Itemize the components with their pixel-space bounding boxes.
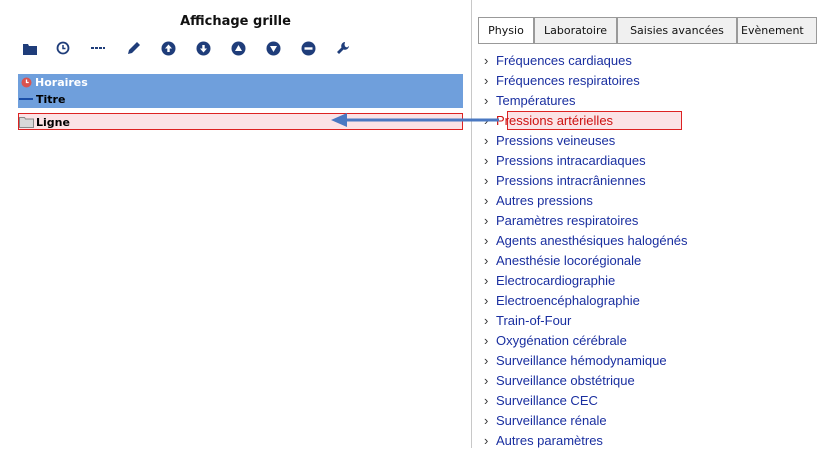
list-item[interactable]: › Agents anesthésiques halogénés (484, 231, 688, 250)
list-item[interactable]: › Surveillance CEC (484, 391, 598, 410)
list-item-label: Surveillance obstétrique (496, 373, 635, 388)
folder-icon (19, 116, 36, 128)
list-item-label: Pressions intracardiaques (496, 153, 646, 168)
tab-laboratoire[interactable]: Laboratoire (534, 17, 617, 43)
list-item-label: Pressions artérielles (496, 113, 614, 128)
chevron-right-icon: › (484, 353, 489, 368)
list-item[interactable]: › Electroencéphalographie (484, 291, 640, 310)
chevron-right-icon: › (484, 133, 489, 148)
list-item[interactable]: › Pressions intracrâniennes (484, 171, 646, 190)
grid-display-panel: Affichage grille Horaires Titre Ligne (0, 0, 472, 448)
chevron-right-icon: › (484, 393, 489, 408)
list-item-label: Surveillance hémodynamique (496, 353, 667, 368)
list-item-label: Autres pressions (496, 193, 593, 208)
triangle-down-circle-icon[interactable] (263, 38, 283, 58)
panel-title: Affichage grille (180, 14, 291, 29)
row-label: Titre (36, 93, 66, 106)
list-item[interactable]: › Surveillance rénale (484, 411, 607, 430)
grid-toolbar (20, 38, 470, 58)
list-item[interactable]: › Anesthésie locorégionale (484, 251, 641, 270)
list-item[interactable]: › Pressions veineuses (484, 131, 615, 150)
chevron-right-icon: › (484, 93, 489, 108)
list-item-label: Electroencéphalographie (496, 293, 640, 308)
list-item[interactable]: › Oxygénation cérébrale (484, 331, 627, 350)
list-item-label: Fréquences cardiaques (496, 53, 632, 68)
list-item[interactable]: › Fréquences cardiaques (484, 51, 632, 70)
list-item[interactable]: › Températures (484, 91, 575, 110)
chevron-right-icon: › (484, 233, 489, 248)
chevron-right-icon: › (484, 373, 489, 388)
list-item[interactable]: ›Pressions artérielles (484, 111, 613, 130)
tab-evenement[interactable]: Evènement (737, 17, 817, 43)
row-horaires[interactable]: Horaires (18, 74, 463, 91)
list-item[interactable]: › Autres paramètres (484, 431, 603, 450)
tab-saisies-avancees[interactable]: Saisies avancées (617, 17, 737, 43)
chevron-right-icon: › (484, 333, 489, 348)
chevron-right-icon: › (484, 313, 489, 328)
list-item[interactable]: › Train-of-Four (484, 311, 571, 330)
list-item[interactable]: › Fréquences respiratoires (484, 71, 640, 90)
list-item[interactable]: › Surveillance obstétrique (484, 371, 635, 390)
chevron-right-icon: › (484, 153, 489, 168)
line-icon (18, 93, 36, 105)
list-item-label: Train-of-Four (496, 313, 572, 328)
row-titre[interactable]: Titre (18, 91, 463, 108)
arrow-down-circle-icon[interactable] (193, 38, 213, 58)
chevron-right-icon: › (484, 213, 489, 228)
tab-divider (478, 43, 817, 44)
arrow-pointer (331, 112, 501, 132)
list-item-label: Electrocardiographie (496, 273, 616, 288)
row-label: Horaires (35, 76, 88, 89)
list-item[interactable]: › Autres pressions (484, 191, 593, 210)
list-item-label: Surveillance CEC (496, 393, 598, 408)
triangle-up-circle-icon[interactable] (228, 38, 248, 58)
list-item-label: Pressions intracrâniennes (496, 173, 646, 188)
row-label: Ligne (36, 116, 70, 129)
chevron-right-icon: › (484, 53, 489, 68)
clock-icon[interactable] (53, 38, 73, 58)
list-item-label: Autres paramètres (496, 433, 603, 448)
dashes-icon[interactable] (88, 38, 108, 58)
list-item[interactable]: › Surveillance hémodynamique (484, 351, 667, 370)
chevron-right-icon: › (484, 433, 489, 448)
chevron-right-icon: › (484, 293, 489, 308)
arrow-up-circle-icon[interactable] (158, 38, 178, 58)
tab-physio[interactable]: Physio (478, 17, 534, 44)
list-item-label: Oxygénation cérébrale (496, 333, 627, 348)
chevron-right-icon: › (484, 413, 489, 428)
chevron-right-icon: › (484, 253, 489, 268)
chevron-right-icon: › (484, 193, 489, 208)
clock-icon (21, 76, 33, 88)
list-item-label: Anesthésie locorégionale (496, 253, 642, 268)
list-item-label: Surveillance rénale (496, 413, 607, 428)
chevron-right-icon: › (484, 173, 489, 188)
list-item-label: Températures (496, 93, 576, 108)
chevron-right-icon: › (484, 273, 489, 288)
list-item-label: Agents anesthésiques halogénés (496, 233, 688, 248)
wrench-icon[interactable] (333, 38, 353, 58)
list-item-label: Fréquences respiratoires (496, 73, 640, 88)
list-item-label: Pressions veineuses (496, 133, 616, 148)
list-item[interactable]: › Electrocardiographie (484, 271, 615, 290)
list-item[interactable]: › Paramètres respiratoires (484, 211, 638, 230)
list-item[interactable]: › Pressions intracardiaques (484, 151, 646, 170)
pencil-icon[interactable] (123, 38, 143, 58)
folder-icon[interactable] (20, 38, 40, 58)
minus-circle-icon[interactable] (298, 38, 318, 58)
chevron-right-icon: › (484, 73, 489, 88)
parameters-panel: Physio Laboratoire Saisies avancées Evèn… (478, 0, 817, 448)
list-item-label: Paramètres respiratoires (496, 213, 639, 228)
